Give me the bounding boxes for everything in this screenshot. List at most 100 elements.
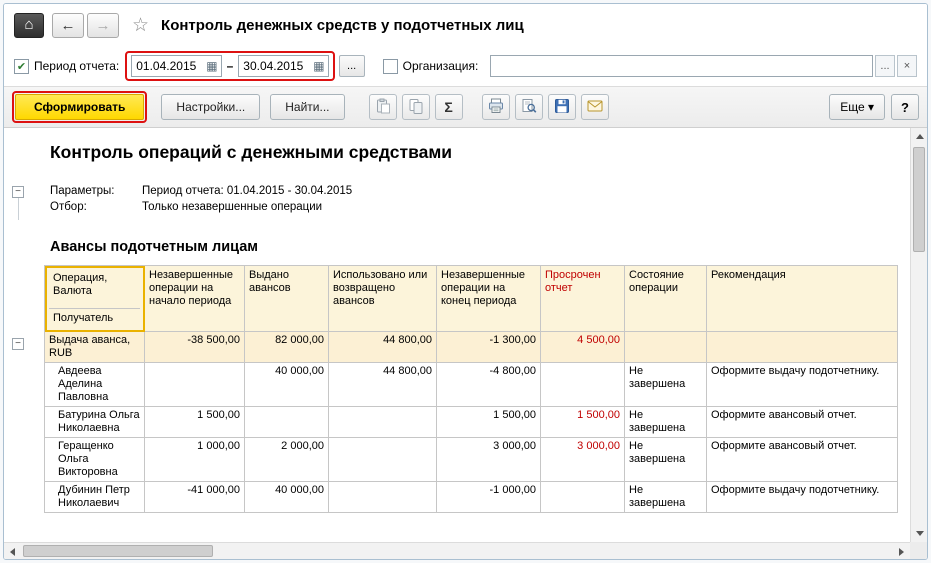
period-picker-button[interactable]: ... [338, 55, 365, 77]
table-cell[interactable]: 4 500,00 [540, 331, 625, 363]
parameters-value: Период отчета: 01.04.2015 - 30.04.2015 [142, 185, 353, 197]
table-cell[interactable] [328, 437, 437, 482]
table-cell[interactable] [706, 331, 898, 363]
table-cell[interactable]: -1 000,00 [436, 481, 541, 513]
table-row: Батурина Ольга Николаевна 1 500,00 1 500… [44, 406, 898, 438]
table-cell[interactable]: Оформите авансовый отчет. [706, 406, 898, 438]
table-cell[interactable]: Не завершена [624, 481, 707, 513]
header-cell-end[interactable]: Незавершенные операции на конец периода [436, 265, 541, 332]
table-cell[interactable]: 1 500,00 [144, 406, 245, 438]
table-cell[interactable]: 82 000,00 [244, 331, 329, 363]
calendar-icon[interactable]: ▦ [313, 59, 324, 73]
table-cell[interactable]: 44 800,00 [328, 362, 437, 407]
table-cell[interactable]: Геращенко Ольга Викторовна [44, 437, 145, 482]
period-checkbox[interactable]: ✔ [14, 58, 29, 74]
horizontal-scroll-thumb[interactable] [23, 545, 213, 557]
table-cell[interactable]: 1 500,00 [540, 406, 625, 438]
table-cell[interactable] [328, 481, 437, 513]
back-button[interactable]: ← [52, 12, 84, 38]
table-cell[interactable] [144, 362, 245, 407]
send-email-button[interactable] [580, 94, 609, 120]
printer-icon [488, 98, 504, 117]
table-cell[interactable]: 40 000,00 [244, 481, 329, 513]
print-preview-button[interactable] [514, 94, 543, 120]
table-cell[interactable] [328, 406, 437, 438]
scroll-left-button[interactable] [4, 543, 21, 559]
period-to-input[interactable] [243, 59, 312, 73]
table-cell[interactable]: 44 800,00 [328, 331, 437, 363]
home-icon: ⌂ [24, 16, 34, 33]
vertical-scrollbar[interactable] [910, 128, 927, 542]
table-cell[interactable]: -4 800,00 [436, 362, 541, 407]
table-cell[interactable]: Не завершена [624, 437, 707, 482]
header-cell-overdue[interactable]: Просрочен отчет [540, 265, 625, 332]
collapse-toggle-report[interactable]: − [12, 186, 24, 198]
header-cell-used[interactable]: Использовано или возвращено авансов [328, 265, 437, 332]
period-to-field: ▦ [238, 55, 329, 77]
table-cell[interactable]: 1 000,00 [144, 437, 245, 482]
table-cell[interactable]: 2 000,00 [244, 437, 329, 482]
table-cell[interactable]: Дубинин Петр Николаевич [44, 481, 145, 513]
table-cell[interactable]: 3 000,00 [540, 437, 625, 482]
arrow-right-icon [899, 547, 904, 556]
period-from-input[interactable] [136, 59, 205, 73]
header-cell-recommendation[interactable]: Рекомендация [706, 265, 898, 332]
table-cell[interactable]: Оформите авансовый отчет. [706, 437, 898, 482]
collapse-toggle-group[interactable]: − [12, 338, 24, 350]
header-cell-operation[interactable]: Операция, Валюта Получатель [44, 265, 145, 332]
more-button[interactable]: Еще ▾ [829, 94, 885, 120]
organization-input[interactable] [490, 55, 873, 77]
organization-clear-button[interactable]: × [897, 55, 917, 77]
generate-button[interactable]: Сформировать [15, 94, 145, 120]
report-title: Контроль операций с денежными средствами [50, 142, 453, 162]
scroll-right-button[interactable] [893, 543, 910, 559]
table-cell[interactable] [244, 406, 329, 438]
header-cell-issued[interactable]: Выдано авансов [244, 265, 329, 332]
table-cell[interactable]: 40 000,00 [244, 362, 329, 407]
table-cell[interactable]: Авдеева Аделина Павловна [44, 362, 145, 407]
table-cell[interactable] [624, 331, 707, 363]
table-cell[interactable]: -38 500,00 [144, 331, 245, 363]
report-table: Операция, Валюта Получатель Незавершенны… [44, 265, 898, 513]
organization-checkbox[interactable] [382, 58, 398, 74]
table-cell[interactable]: Оформите выдачу подотчетнику. [706, 362, 898, 407]
sigma-icon: Σ [444, 99, 453, 115]
table-cell[interactable]: 1 500,00 [436, 406, 541, 438]
table-cell[interactable]: Батурина Ольга Николаевна [44, 406, 145, 438]
table-cell[interactable]: 3 000,00 [436, 437, 541, 482]
scrollbar-corner [910, 542, 927, 559]
chevron-down-icon: ▾ [867, 100, 874, 114]
header-cell-status[interactable]: Состояние операции [624, 265, 707, 332]
paste-special-button[interactable] [401, 94, 430, 120]
calendar-icon[interactable]: ▦ [206, 59, 217, 73]
organization-picker-button[interactable]: ... [875, 55, 895, 77]
help-button[interactable]: ? [891, 94, 919, 120]
report-area: − − Контроль операций с денежными средст… [4, 128, 927, 559]
table-cell[interactable] [540, 481, 625, 513]
report-parameters: Параметры: Период отчета: 01.04.2015 - 30… [50, 183, 910, 215]
vertical-scroll-thumb[interactable] [913, 147, 925, 252]
scroll-down-button[interactable] [911, 525, 927, 542]
settings-button[interactable]: Настройки... [161, 94, 261, 120]
header-cell-start[interactable]: Незавершенные операции на начало периода [144, 265, 245, 332]
forward-button[interactable]: → [87, 12, 119, 38]
sum-button[interactable]: Σ [434, 94, 463, 120]
table-cell[interactable]: Не завершена [624, 406, 707, 438]
table-cell[interactable]: Не завершена [624, 362, 707, 407]
table-cell[interactable] [540, 362, 625, 407]
scroll-up-button[interactable] [911, 128, 927, 145]
paste-button[interactable] [368, 94, 397, 120]
print-button[interactable] [481, 94, 510, 120]
home-button[interactable]: ⌂ [14, 12, 44, 38]
table-cell[interactable]: -1 300,00 [436, 331, 541, 363]
period-from-field: ▦ [131, 55, 222, 77]
table-cell[interactable]: Выдача аванса, RUB [44, 331, 145, 363]
horizontal-scrollbar[interactable] [4, 542, 910, 559]
find-button[interactable]: Найти... [270, 94, 345, 120]
save-button[interactable] [547, 94, 576, 120]
app-window: ⌂ ← → ☆ Контроль денежных средств у подо… [3, 3, 928, 560]
table-cell[interactable]: -41 000,00 [144, 481, 245, 513]
back-arrow-icon: ← [60, 16, 76, 34]
favorite-star-icon[interactable]: ☆ [132, 14, 149, 37]
table-cell[interactable]: Оформите выдачу подотчетнику. [706, 481, 898, 513]
